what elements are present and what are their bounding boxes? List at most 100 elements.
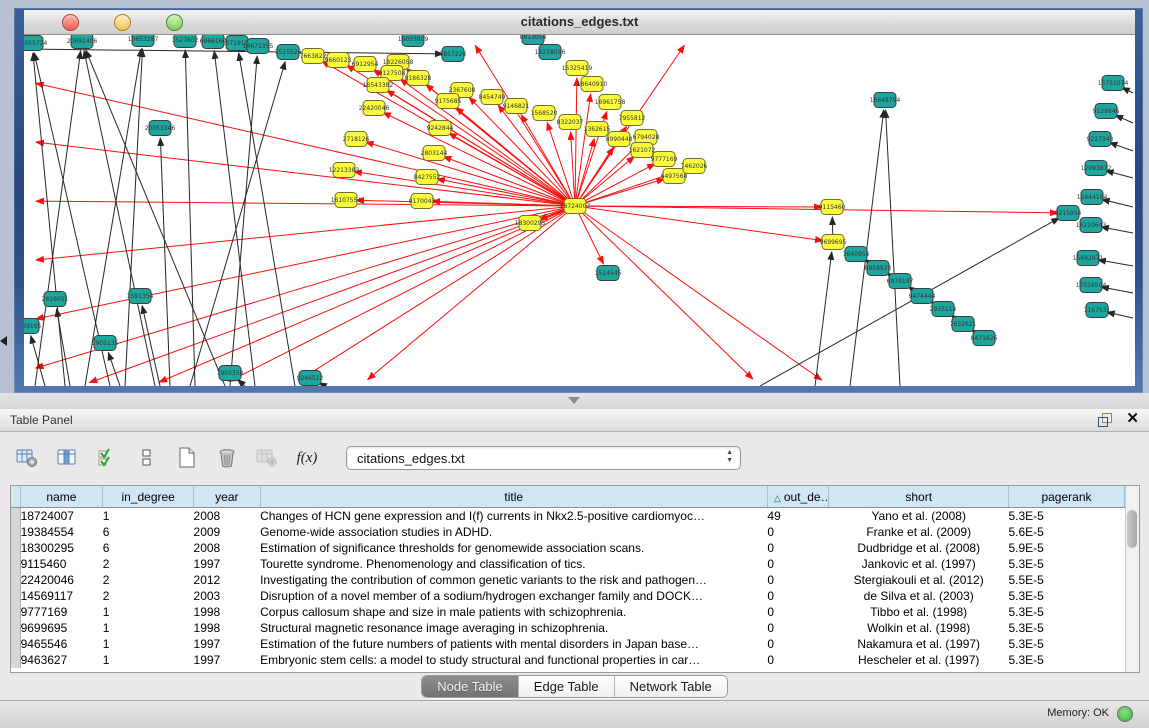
- table-cell[interactable]: 2: [103, 588, 194, 604]
- table-row[interactable]: 1938455462009Genome-wide association stu…: [11, 524, 1125, 540]
- column-header-in_degree[interactable]: in_degree: [103, 486, 194, 508]
- table-row[interactable]: 946362711997Embryonic stem cells: a mode…: [11, 652, 1125, 668]
- table-cell[interactable]: de Silva et al. (2003): [829, 588, 1009, 604]
- column-header-year[interactable]: year: [194, 486, 261, 508]
- table-cell[interactable]: 0: [767, 604, 829, 620]
- citation-edge-red[interactable]: [36, 206, 575, 319]
- table-cell[interactable]: 1: [103, 652, 194, 668]
- tab-edge-table[interactable]: Edge Table: [518, 676, 614, 697]
- table-cell[interactable]: 49: [767, 508, 829, 525]
- table-cell[interactable]: 1: [103, 620, 194, 636]
- citation-edge-black[interactable]: [142, 306, 160, 386]
- table-cell[interactable]: 1998: [194, 620, 261, 636]
- column-header-pagerank[interactable]: pagerank: [1008, 486, 1124, 508]
- table-cell[interactable]: 5.3E-5: [1008, 620, 1124, 636]
- citation-edge-black[interactable]: [160, 138, 170, 386]
- table-cell[interactable]: 1998: [194, 604, 261, 620]
- scrollbar-thumb[interactable]: [1127, 510, 1137, 548]
- citation-edge-red[interactable]: [575, 206, 822, 380]
- table-cell[interactable]: Stergiakouli et al. (2012): [829, 572, 1009, 588]
- table-cell[interactable]: 0: [767, 540, 829, 556]
- citation-edge-red[interactable]: [368, 206, 575, 380]
- citation-edge-black[interactable]: [1109, 142, 1133, 151]
- citation-edge-black[interactable]: [1107, 312, 1133, 318]
- citation-edge-black[interactable]: [57, 309, 70, 386]
- table-row[interactable]: 1830029562008Estimation of significance …: [11, 540, 1125, 556]
- function-builder-button[interactable]: f(x): [292, 444, 322, 472]
- table-cell[interactable]: 2009: [194, 524, 261, 540]
- table-cell[interactable]: 1: [103, 508, 194, 525]
- table-cell[interactable]: Estimation of the future numbers of pati…: [260, 636, 767, 652]
- citation-edge-black[interactable]: [31, 336, 45, 386]
- citation-edge-red[interactable]: [298, 206, 575, 381]
- table-cell[interactable]: Corpus callosum shape and size in male p…: [260, 604, 767, 620]
- network-window-titlebar[interactable]: citations_edges.txt: [24, 10, 1135, 35]
- table-cell[interactable]: 5.5E-5: [1008, 572, 1124, 588]
- table-cell[interactable]: Structural magnetic resonance image aver…: [260, 620, 767, 636]
- table-cell[interactable]: 2008: [194, 540, 261, 556]
- network-table-select[interactable]: citations_edges.txt ▲▼: [346, 446, 741, 470]
- table-row[interactable]: 1872400712008Changes of HCN gene express…: [11, 508, 1125, 525]
- table-cell[interactable]: Nakamura et al. (1997): [829, 636, 1009, 652]
- network-canvas[interactable]: 1405572420691406106532871527602696616010…: [24, 35, 1135, 386]
- table-cell[interactable]: 5.3E-5: [1008, 588, 1124, 604]
- table-cell[interactable]: Tibbo et al. (1998): [829, 604, 1009, 620]
- column-header-short[interactable]: short: [829, 486, 1009, 508]
- table-cell[interactable]: Disruption of a novel member of a sodium…: [260, 588, 767, 604]
- table-cell[interactable]: 5.6E-5: [1008, 524, 1124, 540]
- table-cell[interactable]: Genome-wide association studies in ADHD.: [260, 524, 767, 540]
- node-table-grid[interactable]: namein_degreeyeartitle△out_de…shortpager…: [11, 486, 1125, 668]
- citation-edge-black[interactable]: [108, 352, 120, 386]
- memory-ok-indicator[interactable]: [1117, 706, 1133, 722]
- citation-edge-black[interactable]: [1115, 115, 1133, 123]
- splitter-handle-icon[interactable]: [568, 397, 580, 404]
- citation-edge-red[interactable]: [89, 206, 575, 383]
- table-cell[interactable]: 1997: [194, 636, 261, 652]
- table-cell[interactable]: 9699695: [20, 620, 103, 636]
- table-cell[interactable]: 5.3E-5: [1008, 556, 1124, 572]
- table-cell[interactable]: Embryonic stem cells: a model to study s…: [260, 652, 767, 668]
- table-cell[interactable]: 9465546: [20, 636, 103, 652]
- table-cell[interactable]: 18300295: [20, 540, 103, 556]
- column-header-out_de[interactable]: △out_de…: [767, 486, 829, 508]
- citation-network-graph[interactable]: 1405572420691406106532871527602696616010…: [24, 35, 1135, 386]
- citation-edge-black[interactable]: [760, 218, 1059, 386]
- citation-edge-black[interactable]: [125, 49, 142, 386]
- table-cell[interactable]: Wolkin et al. (1998): [829, 620, 1009, 636]
- select-rows-button[interactable]: [92, 444, 122, 472]
- table-cell[interactable]: 9463627: [20, 652, 103, 668]
- table-cell[interactable]: 0: [767, 524, 829, 540]
- table-cell[interactable]: 1997: [194, 556, 261, 572]
- table-cell[interactable]: Dudbridge et al. (2008): [829, 540, 1009, 556]
- citation-edge-black[interactable]: [35, 51, 81, 386]
- table-cell[interactable]: 2003: [194, 588, 261, 604]
- table-cell[interactable]: 6: [103, 540, 194, 556]
- citation-edge-red[interactable]: [575, 94, 591, 206]
- table-cell[interactable]: 9115460: [20, 556, 103, 572]
- horizontal-splitter[interactable]: [0, 393, 1149, 409]
- table-cell[interactable]: 0: [767, 652, 829, 668]
- table-cell[interactable]: 6: [103, 524, 194, 540]
- citation-edge-red[interactable]: [229, 206, 575, 381]
- column-header-title[interactable]: title: [260, 486, 767, 508]
- table-cell[interactable]: Jankovic et al. (1997): [829, 556, 1009, 572]
- table-cell[interactable]: 22420046: [20, 572, 103, 588]
- show-columns-button[interactable]: [52, 444, 82, 472]
- tab-node-table[interactable]: Node Table: [422, 676, 518, 697]
- table-cell[interactable]: Franke et al. (2009): [829, 524, 1009, 540]
- table-cell[interactable]: 0: [767, 572, 829, 588]
- table-row[interactable]: 969969511998Structural magnetic resonanc…: [11, 620, 1125, 636]
- table-cell[interactable]: 2: [103, 556, 194, 572]
- table-cell[interactable]: Investigating the contribution of common…: [260, 572, 767, 588]
- table-row[interactable]: 977716911998Corpus callosum shape and si…: [11, 604, 1125, 620]
- citation-edge-red[interactable]: [575, 78, 577, 206]
- table-cell[interactable]: Estimation of significance thresholds fo…: [260, 540, 767, 556]
- table-cell[interactable]: 5.3E-5: [1008, 652, 1124, 668]
- citation-edge-red[interactable]: [575, 206, 753, 379]
- float-panel-icon[interactable]: [1098, 412, 1112, 426]
- table-cell[interactable]: 5.3E-5: [1008, 604, 1124, 620]
- delete-rows-trash-button[interactable]: [212, 444, 242, 472]
- tab-network-table[interactable]: Network Table: [614, 676, 727, 697]
- row-height-button[interactable]: [132, 444, 162, 472]
- table-cell[interactable]: 18724007: [20, 508, 103, 525]
